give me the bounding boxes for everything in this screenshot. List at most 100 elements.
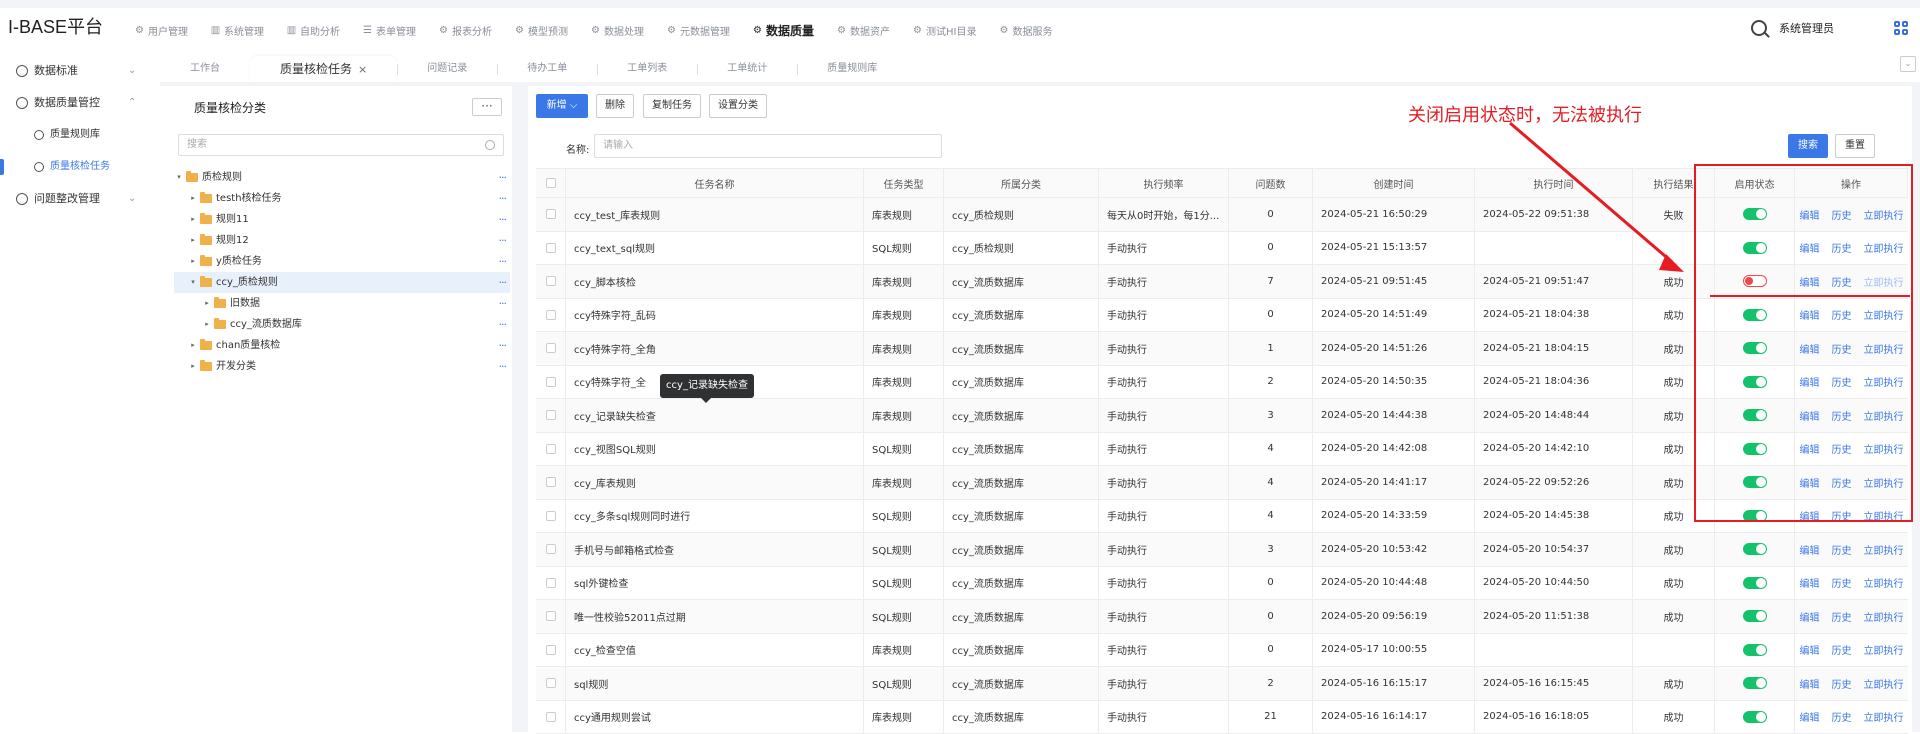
topnav-item-7[interactable]: ⚙元数据管理 [666, 22, 730, 39]
enabled-toggle[interactable] [1743, 677, 1767, 689]
history-link[interactable]: 历史 [1832, 575, 1852, 590]
tree-search-input[interactable]: 搜索 [178, 134, 504, 156]
more-icon[interactable]: ··· [499, 188, 507, 209]
tab-3[interactable]: 待办工单 [497, 56, 597, 82]
more-icon[interactable]: ··· [499, 167, 507, 188]
expand-arrow-icon[interactable]: ▸ [188, 251, 198, 272]
topnav-item-10[interactable]: ⚙测试HI目录 [912, 22, 976, 39]
row-checkbox[interactable] [546, 410, 556, 420]
tree-node[interactable]: ▾质检规则··· [174, 167, 510, 188]
more-icon[interactable]: ··· [499, 356, 507, 377]
expand-arrow-icon[interactable]: ▸ [188, 188, 198, 209]
edit-link[interactable]: 编辑 [1800, 542, 1820, 557]
run-now-link[interactable]: 立即执行 [1864, 676, 1904, 691]
row-checkbox[interactable] [546, 310, 556, 320]
history-link[interactable]: 历史 [1832, 542, 1852, 557]
tab-5[interactable]: 工单统计 [697, 56, 797, 82]
expand-arrow-icon[interactable]: ▾ [174, 167, 184, 188]
enabled-toggle[interactable] [1743, 543, 1767, 555]
close-icon[interactable]: × [358, 63, 367, 76]
expand-arrow-icon[interactable]: ▸ [188, 230, 198, 251]
topnav-item-5[interactable]: ⚙模型预测 [514, 22, 568, 39]
row-checkbox[interactable] [546, 209, 556, 219]
row-checkbox[interactable] [546, 276, 556, 286]
row-checkbox[interactable] [546, 477, 556, 487]
row-checkbox[interactable] [546, 444, 556, 454]
history-link[interactable]: 历史 [1832, 709, 1852, 724]
row-checkbox[interactable] [546, 678, 556, 688]
topnav-item-11[interactable]: ⚙数据服务 [998, 22, 1052, 39]
tree-node[interactable]: ▾ccy_质检规则··· [174, 272, 510, 293]
more-icon[interactable]: ··· [499, 293, 507, 314]
expand-arrow-icon[interactable]: ▸ [188, 356, 198, 377]
run-now-link[interactable]: 立即执行 [1864, 609, 1904, 624]
tab-1[interactable]: 质量核检任务× [250, 56, 397, 82]
edit-link[interactable]: 编辑 [1800, 709, 1820, 724]
search-icon[interactable] [1751, 20, 1767, 36]
more-icon[interactable]: ··· [499, 335, 507, 356]
enabled-toggle[interactable] [1743, 577, 1767, 589]
tree-more-button[interactable]: ··· [472, 98, 502, 116]
topnav-item-9[interactable]: ⚙数据资产 [836, 22, 890, 39]
row-checkbox[interactable] [546, 712, 556, 722]
expand-arrow-icon[interactable]: ▸ [202, 293, 212, 314]
run-now-link[interactable]: 立即执行 [1864, 542, 1904, 557]
set-category-button[interactable]: 设置分类 [709, 94, 767, 118]
history-link[interactable]: 历史 [1832, 642, 1852, 657]
row-checkbox[interactable] [546, 243, 556, 253]
topnav-item-4[interactable]: ⚙报表分析 [438, 22, 492, 39]
edit-link[interactable]: 编辑 [1800, 642, 1820, 657]
tab-0[interactable]: 工作台 [160, 56, 250, 82]
more-icon[interactable]: ··· [499, 272, 507, 293]
topnav-item-3[interactable]: ☰表单管理 [362, 22, 416, 39]
expand-arrow-icon[interactable]: ▾ [188, 272, 198, 293]
tab-4[interactable]: 工单列表 [597, 56, 697, 82]
expand-arrow-icon[interactable]: ▸ [188, 209, 198, 230]
more-icon[interactable]: ··· [499, 251, 507, 272]
run-now-link[interactable]: 立即执行 [1864, 709, 1904, 724]
edit-link[interactable]: 编辑 [1800, 575, 1820, 590]
tab-2[interactable]: 问题记录 [397, 56, 497, 82]
edit-link[interactable]: 编辑 [1800, 676, 1820, 691]
row-checkbox[interactable] [546, 578, 556, 588]
topnav-item-2[interactable]: ▥自助分析 [286, 22, 340, 39]
run-now-link[interactable]: 立即执行 [1864, 575, 1904, 590]
copy-task-button[interactable]: 复制任务 [643, 94, 701, 118]
delete-button[interactable]: 删除 [596, 94, 634, 118]
topnav-item-0[interactable]: ⚙用户管理 [134, 22, 188, 39]
sidebar-item-0[interactable]: 数据标准⌄ [0, 55, 160, 87]
new-button[interactable]: 新增 ⌵ [536, 94, 588, 118]
row-checkbox[interactable] [546, 645, 556, 655]
search-button[interactable]: 搜索 [1788, 134, 1828, 158]
expand-arrow-icon[interactable]: ▸ [188, 335, 198, 356]
tree-node[interactable]: ▸开发分类··· [174, 356, 510, 377]
history-link[interactable]: 历史 [1832, 609, 1852, 624]
enabled-toggle[interactable] [1743, 610, 1767, 622]
sidebar-item-4[interactable]: 问题整改管理⌄ [0, 183, 160, 215]
enabled-toggle[interactable] [1743, 644, 1767, 656]
tree-node[interactable]: ▸ccy_流质数据库··· [174, 314, 510, 335]
tree-node[interactable]: ▸规则12··· [174, 230, 510, 251]
tree-node[interactable]: ▸testh核检任务··· [174, 188, 510, 209]
name-filter-input[interactable]: 请输入 [594, 134, 942, 158]
more-icon[interactable]: ··· [499, 314, 507, 335]
app-grid-icon[interactable] [1894, 21, 1908, 35]
expand-arrow-icon[interactable]: ▸ [202, 314, 212, 335]
sidebar-item-3[interactable]: 质量核检任务 [0, 151, 160, 183]
topnav-item-6[interactable]: ⚙数据处理 [590, 22, 644, 39]
tabs-dropdown-icon[interactable]: ⌄ [1900, 56, 1916, 72]
tree-node[interactable]: ▸规则11··· [174, 209, 510, 230]
sidebar-item-2[interactable]: 质量规则库 [0, 119, 160, 151]
tree-node[interactable]: ▸y质检任务··· [174, 251, 510, 272]
user-name[interactable]: 系统管理员 [1779, 20, 1834, 36]
enabled-toggle[interactable] [1743, 711, 1767, 723]
reset-button[interactable]: 重置 [1835, 134, 1875, 158]
topnav-item-8[interactable]: ⚙数据质量 [752, 22, 814, 39]
row-checkbox[interactable] [546, 377, 556, 387]
edit-link[interactable]: 编辑 [1800, 609, 1820, 624]
tree-node[interactable]: ▸chan质量核检··· [174, 335, 510, 356]
history-link[interactable]: 历史 [1832, 676, 1852, 691]
sidebar-item-1[interactable]: 数据质量管控⌃ [0, 87, 160, 119]
more-icon[interactable]: ··· [499, 209, 507, 230]
tree-node[interactable]: ▸旧数据··· [174, 293, 510, 314]
